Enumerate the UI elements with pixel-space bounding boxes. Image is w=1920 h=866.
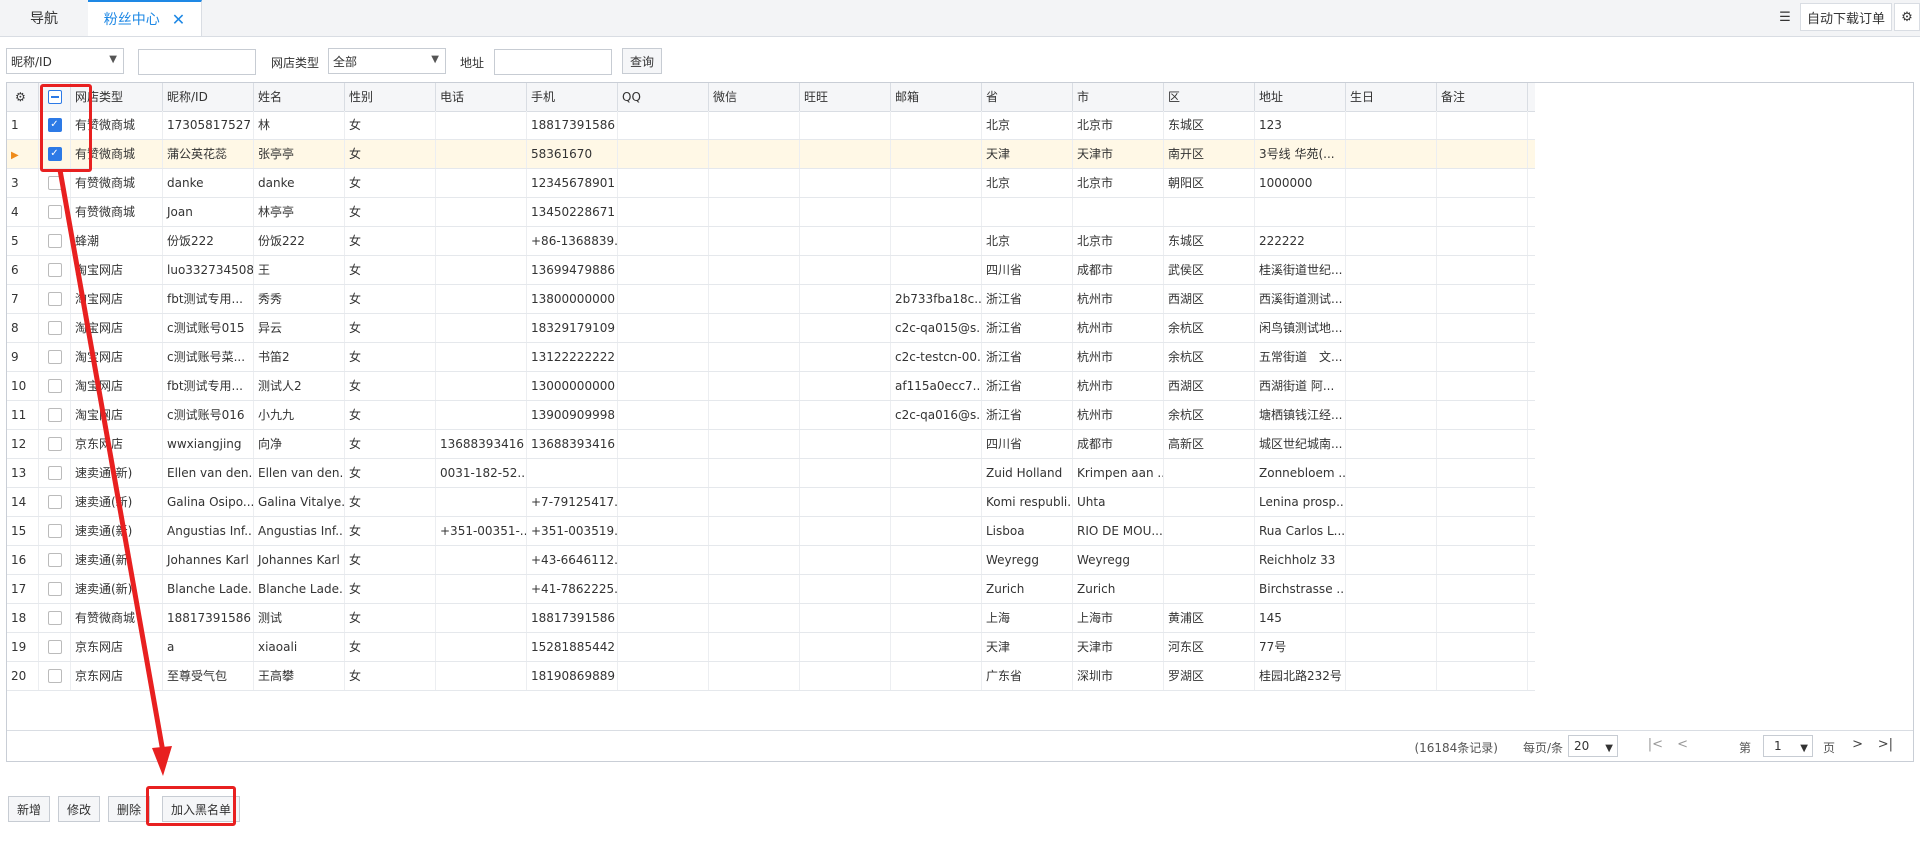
annotation-arrow — [57, 169, 172, 776]
